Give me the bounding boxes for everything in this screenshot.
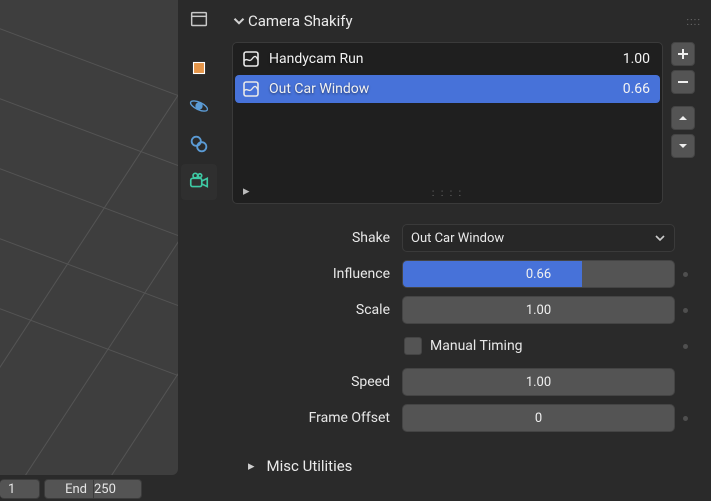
keyframe-dot[interactable] (675, 272, 695, 277)
tab-physics-icon[interactable] (181, 88, 217, 124)
timeline-frame-range: 1 End 250 (0, 479, 180, 501)
speed-slider[interactable]: 1.00 (402, 368, 675, 396)
influence-label: Influence (232, 266, 402, 282)
list-expand-icon[interactable]: ▸ (243, 184, 250, 199)
misc-utilities-label: Misc Utilities (267, 457, 353, 475)
list-resize-grip-icon[interactable]: : : : : (432, 188, 463, 199)
drag-grip-icon[interactable]: :::: (686, 15, 701, 28)
manual-timing-label: Manual Timing (430, 338, 523, 354)
shake-list-item[interactable]: Out Car Window 0.66 (235, 75, 660, 103)
shake-name: Out Car Window (269, 81, 615, 97)
shake-type-value: Out Car Window (411, 231, 504, 246)
properties-tab-bar (178, 0, 220, 501)
remove-shake-button[interactable] (671, 70, 695, 94)
frame-offset-value: 0 (535, 411, 542, 426)
chevron-right-icon: ▸ (248, 459, 255, 474)
move-up-button[interactable] (671, 106, 695, 130)
influence-slider[interactable]: 0.66 (402, 260, 675, 288)
influence-value: 0.66 (526, 267, 551, 282)
shake-label: Shake (232, 230, 402, 246)
tab-output-icon[interactable] (181, 2, 217, 38)
speed-value: 1.00 (526, 375, 551, 390)
tab-camera-data-icon[interactable] (181, 164, 217, 200)
move-down-button[interactable] (671, 134, 695, 158)
shake-list[interactable]: Handycam Run 1.00 Out Car Window 0.66 ▸ : :… (232, 42, 663, 204)
speed-label: Speed (232, 374, 402, 390)
shake-value: 0.66 (623, 81, 650, 97)
shake-name: Handycam Run (269, 51, 615, 67)
action-icon (241, 49, 261, 69)
action-icon (241, 79, 261, 99)
end-frame-label[interactable]: End (44, 479, 94, 499)
checkbox-box (404, 337, 422, 355)
panel-header[interactable]: Camera Shakify :::: (226, 6, 701, 36)
keyframe-dot[interactable] (675, 308, 695, 313)
viewport-3d[interactable] (0, 0, 178, 475)
keyframe-dot[interactable] (675, 416, 695, 421)
scale-label: Scale (232, 302, 402, 318)
chevron-down-icon (654, 232, 666, 244)
frame-offset-slider[interactable]: 0 (402, 404, 675, 432)
tab-constraints-icon[interactable] (181, 126, 217, 162)
tab-object-icon[interactable] (181, 50, 217, 86)
misc-utilities-header[interactable]: ▸ Misc Utilities (232, 450, 695, 482)
keyframe-dot[interactable] (675, 344, 695, 349)
add-shake-button[interactable] (671, 42, 695, 66)
shake-type-select[interactable]: Out Car Window (402, 224, 675, 252)
frame-offset-label: Frame Offset (232, 410, 402, 426)
chevron-down-icon (230, 12, 248, 30)
manual-timing-checkbox[interactable]: Manual Timing (402, 332, 675, 360)
scale-value: 1.00 (526, 303, 551, 318)
shake-value: 1.00 (623, 51, 650, 67)
start-frame-field[interactable]: 1 (0, 479, 40, 499)
camera-shakify-panel: Camera Shakify :::: Handycam Run1.00Out … (220, 0, 711, 501)
shake-list-item[interactable]: Handycam Run 1.00 (235, 45, 660, 73)
panel-title: Camera Shakify (248, 12, 353, 30)
end-frame-field[interactable]: 250 (94, 479, 142, 499)
scale-slider[interactable]: 1.00 (402, 296, 675, 324)
